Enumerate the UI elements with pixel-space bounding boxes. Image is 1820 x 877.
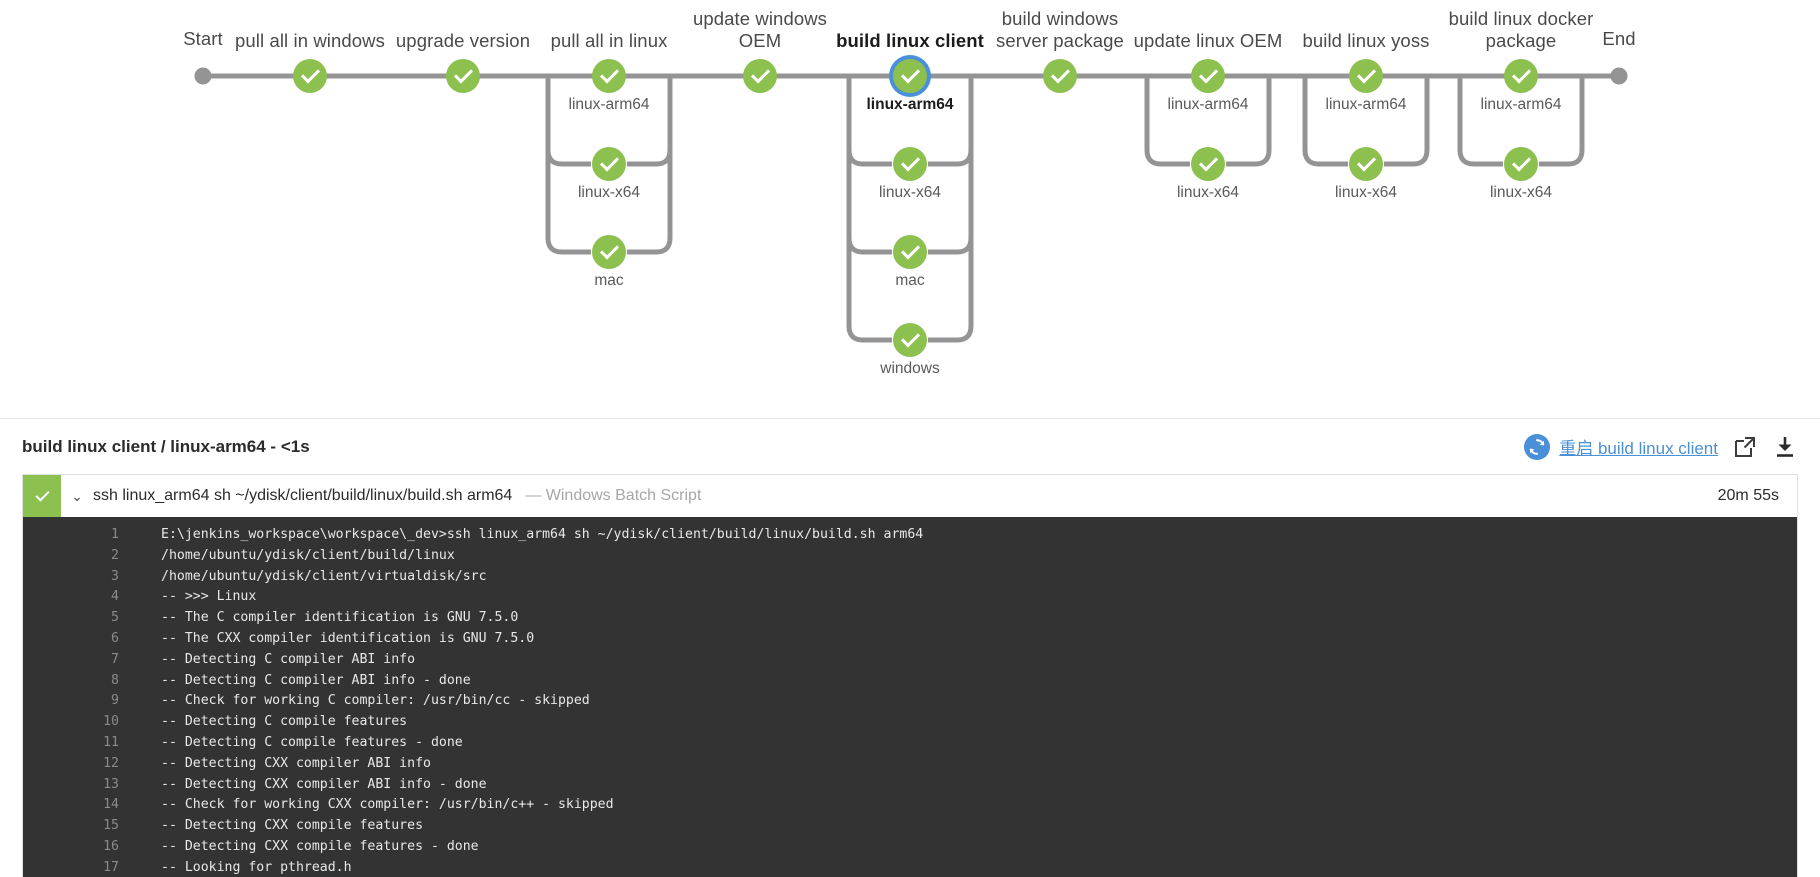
restart-button[interactable]: 重启 build linux client bbox=[1524, 433, 1718, 460]
step-header[interactable]: ⌄ ssh linux_arm64 sh ~/ydisk/client/buil… bbox=[23, 475, 1797, 517]
console-line-text: -- Check for working CXX compiler: /usr/… bbox=[161, 797, 614, 813]
console-line-text: -- >>> Linux bbox=[161, 589, 257, 605]
pipeline-node-5[interactable] bbox=[1043, 59, 1077, 93]
console-line-text: -- Detecting CXX compiler ABI info - don… bbox=[161, 776, 487, 792]
start-node[interactable] bbox=[194, 67, 212, 85]
console-line-number: 17 bbox=[103, 859, 119, 875]
step-type: — Windows Batch Script bbox=[525, 487, 702, 504]
console-line: 3/home/ubuntu/ydisk/client/virtualdisk/s… bbox=[23, 567, 1797, 588]
end-node[interactable] bbox=[1610, 67, 1628, 85]
console-line-text: -- Detecting C compiler ABI info - done bbox=[161, 672, 471, 688]
console-line-number: 15 bbox=[103, 818, 119, 834]
check-icon bbox=[34, 486, 50, 502]
console-line: 7 -- Detecting C compiler ABI info bbox=[23, 650, 1797, 671]
console-line: 4 -- >>> Linux bbox=[23, 587, 1797, 608]
console-line-text: /home/ubuntu/ydisk/client/virtualdisk/sr… bbox=[161, 568, 487, 584]
console-line-number: 14 bbox=[103, 797, 119, 813]
console-line: 2/home/ubuntu/ydisk/client/build/linux bbox=[23, 546, 1797, 567]
pipeline-node-8[interactable] bbox=[1504, 59, 1538, 93]
pipeline-node-2[interactable] bbox=[592, 59, 626, 93]
log-panel: ⌄ ssh linux_arm64 sh ~/ydisk/client/buil… bbox=[22, 474, 1798, 877]
pipeline-node-3[interactable] bbox=[743, 59, 777, 93]
console-line: 17 -- Looking for pthread.h bbox=[23, 858, 1797, 877]
console-line: 9 -- Check for working C compiler: /usr/b… bbox=[23, 691, 1797, 712]
pipeline-branch-node-4-1[interactable] bbox=[893, 147, 927, 181]
pipeline-branch-node-4-2[interactable] bbox=[893, 235, 927, 269]
pipeline-node-7[interactable] bbox=[1349, 59, 1383, 93]
console-line: 8 -- Detecting C compiler ABI info - done bbox=[23, 671, 1797, 692]
console-line-text: -- Detecting CXX compile features - done bbox=[161, 838, 479, 854]
page-title: build linux client / linux-arm64 - <1s bbox=[22, 436, 310, 456]
console-line-text: E:\jenkins_workspace\workspace\_dev>ssh … bbox=[161, 527, 924, 542]
chevron-down-icon[interactable]: ⌄ bbox=[61, 488, 93, 505]
console-line: 14 -- Check for working CXX compiler: /us… bbox=[23, 795, 1797, 816]
console-line: 5 -- The C compiler identification is GNU… bbox=[23, 608, 1797, 629]
console-line-number: 9 bbox=[111, 693, 119, 709]
pipeline-graph: Start End pull all in windows upgrade versi… bbox=[0, 0, 1820, 418]
console-line: 6 -- The CXX compiler identification is G… bbox=[23, 629, 1797, 650]
pipeline-node-1[interactable] bbox=[446, 59, 480, 93]
step-duration: 20m 55s bbox=[1717, 487, 1779, 504]
console-line: 10 -- Detecting C compile features bbox=[23, 712, 1797, 733]
console-line-number: 7 bbox=[111, 651, 119, 667]
external-link-icon[interactable] bbox=[1732, 434, 1758, 460]
step-status-icon bbox=[23, 475, 61, 517]
pipeline-branch-node-2-1[interactable] bbox=[592, 147, 626, 181]
console-line-text: -- The C compiler identification is GNU … bbox=[161, 610, 519, 626]
pipeline-node-6[interactable] bbox=[1191, 59, 1225, 93]
console-line-number: 5 bbox=[111, 610, 119, 626]
console-output[interactable]: 1 E:\jenkins_workspace\workspace\_dev>ssh… bbox=[23, 517, 1797, 877]
console-line: 1 E:\jenkins_workspace\workspace\_dev>ssh… bbox=[23, 525, 1797, 546]
console-line-number: 3 bbox=[111, 568, 119, 584]
pipeline-branch-node-7-1[interactable] bbox=[1349, 147, 1383, 181]
console-line-text: /home/ubuntu/ydisk/client/build/linux bbox=[161, 547, 455, 563]
pipeline-branch-node-2-2[interactable] bbox=[592, 235, 626, 269]
pipeline-branch-node-8-1[interactable] bbox=[1504, 147, 1538, 181]
console-line: 16 -- Detecting CXX compile features - do… bbox=[23, 837, 1797, 858]
console-line-text: -- Detecting C compile features bbox=[161, 714, 408, 730]
console-line-number: 8 bbox=[111, 672, 119, 688]
result-actions: 重启 build linux client bbox=[1524, 433, 1798, 460]
console-line-text: -- Detecting CXX compiler ABI info bbox=[161, 755, 431, 771]
console-line-number: 6 bbox=[111, 630, 119, 646]
restart-icon bbox=[1524, 433, 1551, 460]
restart-label: 重启 build linux client bbox=[1559, 439, 1718, 458]
console-line-text: -- Check for working C compiler: /usr/bi… bbox=[161, 693, 590, 709]
console-line-number: 10 bbox=[103, 714, 119, 730]
download-icon[interactable] bbox=[1772, 434, 1798, 460]
step-command: ssh linux_arm64 sh ~/ydisk/client/build/… bbox=[93, 487, 513, 504]
console-line-text: -- Detecting CXX compile features bbox=[161, 818, 424, 834]
pipeline-branch-node-6-1[interactable] bbox=[1191, 147, 1225, 181]
pipeline-branch-node-4-3[interactable] bbox=[893, 323, 927, 357]
console-line-number: 1 bbox=[111, 527, 119, 542]
pipeline-node-4[interactable] bbox=[893, 59, 927, 93]
console-line: 13 -- Detecting CXX compiler ABI info - d… bbox=[23, 775, 1797, 796]
console-line-text: -- Detecting C compile features - done bbox=[161, 734, 463, 750]
console-line: 11 -- Detecting C compile features - done bbox=[23, 733, 1797, 754]
console-line-number: 13 bbox=[103, 776, 119, 792]
console-line-number: 16 bbox=[103, 838, 119, 854]
console-line-number: 12 bbox=[103, 755, 119, 771]
console-line-number: 2 bbox=[111, 547, 119, 563]
console-line: 12 -- Detecting CXX compiler ABI info bbox=[23, 754, 1797, 775]
console-line-number: 4 bbox=[111, 589, 119, 605]
console-line-text: -- Looking for pthread.h bbox=[161, 859, 352, 875]
console-line-text: -- Detecting C compiler ABI info bbox=[161, 651, 416, 667]
console-line-text: -- The CXX compiler identification is GN… bbox=[161, 630, 535, 646]
console-line-number: 11 bbox=[103, 734, 119, 750]
pipeline-node-0[interactable] bbox=[293, 59, 327, 93]
console-line: 15 -- Detecting CXX compile features bbox=[23, 816, 1797, 837]
result-header: build linux client / linux-arm64 - <1s 重… bbox=[0, 419, 1820, 474]
